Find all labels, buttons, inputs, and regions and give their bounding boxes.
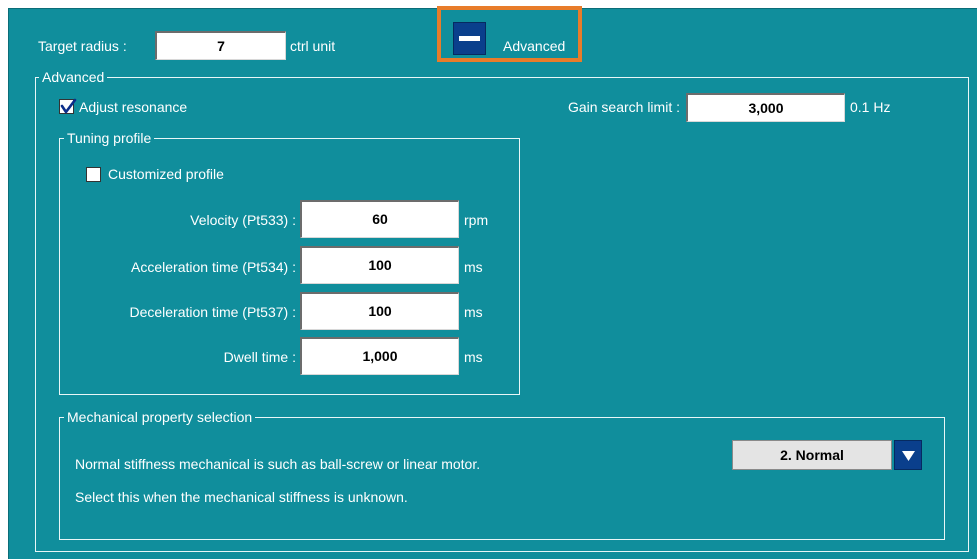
target-radius-label: Target radius : <box>38 38 127 54</box>
target-radius-input[interactable]: 7 <box>155 31 286 60</box>
advanced-group-title: Advanced <box>39 69 108 85</box>
gain-search-limit-label: Gain search limit : <box>567 99 680 115</box>
advanced-toggle-button[interactable] <box>453 22 486 55</box>
adjust-resonance-label[interactable]: Adjust resonance <box>79 99 187 115</box>
gain-search-limit-unit: 0.1 Hz <box>850 99 891 115</box>
tuning-profile-title: Tuning profile <box>64 130 155 146</box>
customized-profile-label[interactable]: Customized profile <box>108 166 224 182</box>
mechanical-property-group: Mechanical property selection <box>59 409 945 540</box>
deceleration-time-label: Deceleration time (Pt537) : <box>129 304 296 320</box>
mechanical-description-line1: Normal stiffness mechanical is such as b… <box>75 456 481 472</box>
dwell-time-label: Dwell time : <box>223 349 296 365</box>
adjust-resonance-checkbox[interactable] <box>59 98 77 114</box>
deceleration-time-input[interactable]: 100 <box>300 292 459 330</box>
dwell-time-unit: ms <box>464 349 483 365</box>
acceleration-time-input[interactable]: 100 <box>300 246 459 284</box>
dropdown-button[interactable] <box>894 440 922 470</box>
minus-icon <box>459 36 480 41</box>
mechanical-description-line2: Select this when the mechanical stiffnes… <box>75 489 408 505</box>
mechanical-property-title: Mechanical property selection <box>64 409 256 425</box>
velocity-input[interactable]: 60 <box>300 200 459 238</box>
triangle-down-icon <box>902 451 915 461</box>
mechanical-property-value[interactable]: 2. Normal <box>732 440 892 470</box>
velocity-label: Velocity (Pt533) : <box>190 212 296 228</box>
customized-profile-checkbox[interactable] <box>86 167 101 182</box>
check-icon <box>60 98 77 114</box>
mechanical-property-select[interactable]: 2. Normal <box>732 440 922 470</box>
target-radius-unit: ctrl unit <box>290 38 336 54</box>
deceleration-time-unit: ms <box>464 304 483 320</box>
gain-search-limit-input[interactable]: 3,000 <box>686 93 845 122</box>
dwell-time-input[interactable]: 1,000 <box>300 337 459 375</box>
acceleration-time-unit: ms <box>464 259 483 275</box>
advanced-toggle-label[interactable]: Advanced <box>503 38 565 54</box>
velocity-unit: rpm <box>464 212 489 228</box>
acceleration-time-label: Acceleration time (Pt534) : <box>131 259 296 275</box>
